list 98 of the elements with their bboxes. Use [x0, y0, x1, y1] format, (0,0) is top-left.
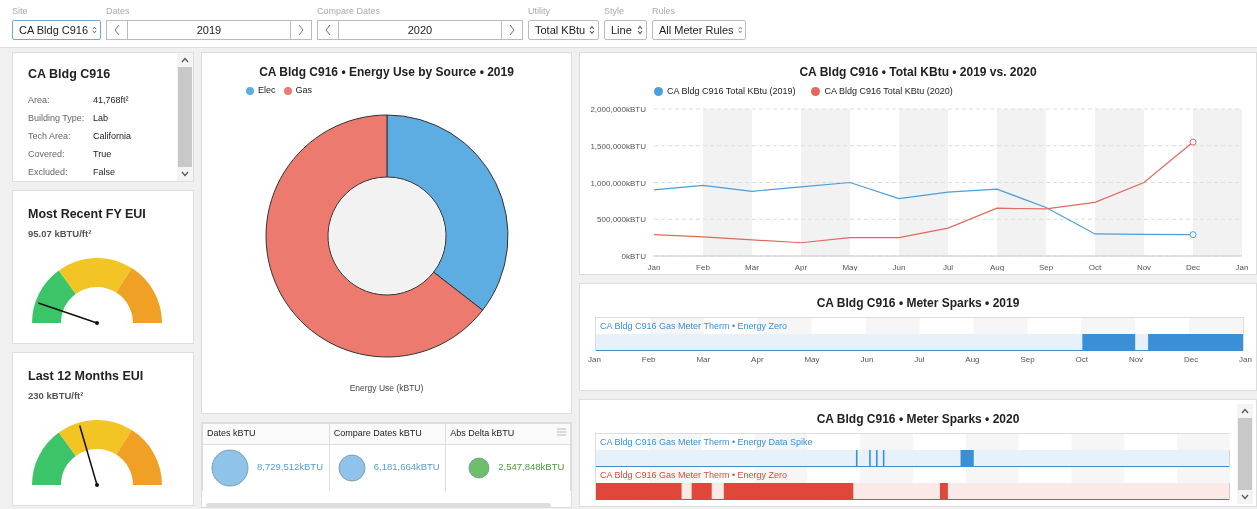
previous-button[interactable] — [317, 20, 339, 40]
month-label: Jan — [588, 354, 601, 366]
y-tick-label: 1,000,000kBTU — [590, 178, 646, 187]
month-label: Jul — [914, 354, 925, 366]
chart-title: CA Bldg C916 • Meter Sparks • 2019 — [815, 295, 1021, 312]
updown-icon — [637, 25, 643, 35]
x-tick-label: Sep — [1038, 262, 1054, 271]
style-select[interactable]: Line — [604, 20, 647, 40]
cell-value: 6,181,664kBTU — [373, 460, 440, 475]
field-label: Building Type: — [28, 112, 86, 125]
y-tick-label: 500,000kBTU — [597, 214, 646, 224]
filter-label: Dates — [106, 5, 130, 18]
gauge-title: Most Recent FY EUI — [28, 206, 147, 223]
filter-label: Utility — [528, 5, 550, 18]
month-label: Jun — [860, 354, 874, 366]
site-select[interactable]: CA Bldg C916 — [12, 20, 101, 40]
year-field[interactable]: 2020 — [339, 20, 501, 40]
chevron-right-icon — [508, 24, 516, 36]
chevron-down-icon — [1241, 494, 1249, 500]
column-header[interactable]: Abs Delta kBTU — [445, 423, 571, 444]
y-tick-label: 0kBTU — [621, 251, 646, 261]
field-label: Area: — [28, 94, 51, 107]
x-tick-label: Jul — [942, 262, 954, 271]
chart-title: CA Bldg C916 • Total KBtu • 2019 vs. 2020 — [798, 64, 1038, 81]
x-tick-label: May — [842, 262, 858, 271]
field-label: Excluded: — [28, 166, 69, 179]
month-label: Mar — [696, 354, 711, 366]
spark-label: CA Bldg C916 Gas Meter Therm • Energy Zero — [599, 469, 789, 482]
x-tick-label: Nov — [1136, 262, 1152, 271]
month-label: Nov — [1128, 354, 1144, 366]
month-label: Jan — [1239, 354, 1252, 366]
legend-item[interactable]: CA Bldg C916 Total KBtu (2019) — [654, 85, 796, 99]
x-tick-label: Apr — [794, 262, 808, 271]
x-tick-label: Oct — [1088, 262, 1102, 271]
month-label: May — [804, 354, 820, 366]
month-label: Apr — [751, 354, 764, 366]
scrollbar[interactable] — [1237, 404, 1253, 504]
cell-value: 8,729,512kBTU — [257, 460, 323, 475]
filter-label: Style — [604, 5, 624, 18]
field-value: 41,768ft² — [93, 94, 129, 107]
field-label: Covered: — [28, 148, 66, 161]
x-tick-label: Jun — [892, 262, 906, 271]
column-header[interactable]: Compare Dates kBTU — [329, 423, 446, 444]
building-title: CA Bldg C916 — [28, 66, 112, 83]
field-value: Lab — [93, 112, 109, 125]
chevron-up-icon — [1241, 408, 1249, 414]
gauge-title: Last 12 Months EUI — [28, 368, 145, 385]
chart-title: CA Bldg C916 • Meter Sparks • 2020 — [815, 411, 1021, 428]
field-value: False — [93, 166, 115, 179]
field-value: California — [93, 130, 132, 143]
legend-item[interactable]: Gas — [283, 84, 313, 98]
x-tick-label: Feb — [696, 262, 710, 271]
cell-value: 2,547,848kBTU — [498, 460, 565, 475]
x-tick-label: Jan — [647, 262, 661, 271]
month-label: Oct — [1075, 354, 1088, 366]
chevron-down-icon — [181, 171, 189, 177]
chevron-up-icon — [181, 57, 189, 63]
previous-button[interactable] — [106, 20, 128, 40]
x-tick-label: Mar — [745, 262, 759, 271]
month-label: Feb — [641, 354, 656, 366]
column-header[interactable]: Dates kBTU — [202, 423, 330, 444]
updown-icon — [92, 25, 97, 35]
month-label: Aug — [965, 354, 980, 366]
utility-select[interactable]: Total KBtu — [528, 20, 599, 40]
menu-icon — [556, 427, 567, 437]
gauge-value: 230 kBTU/ft² — [28, 388, 85, 403]
chevron-left-icon — [324, 24, 332, 36]
legend-item[interactable]: Elec — [246, 84, 276, 98]
chevron-right-icon — [297, 24, 305, 36]
x-tick-label: Aug — [989, 262, 1005, 271]
y-tick-label: 1,500,000kBTU — [590, 141, 646, 151]
filter-label: Site — [12, 5, 28, 18]
x-tick-label: Jan — [1235, 262, 1249, 271]
scrollbar[interactable] — [177, 53, 193, 181]
axis-label: Energy Use (kBTU) — [348, 381, 425, 395]
series-marker — [1189, 230, 1197, 238]
month-label: Sep — [1020, 354, 1035, 366]
next-button[interactable] — [501, 20, 523, 40]
series-marker — [1189, 138, 1197, 146]
rules-select[interactable]: All Meter Rules — [652, 20, 746, 40]
x-tick-label: Dec — [1185, 262, 1201, 271]
field-value: True — [93, 148, 112, 161]
horizontal-scrollbar[interactable] — [206, 502, 551, 507]
filter-label: Rules — [652, 5, 675, 18]
chevron-left-icon — [113, 24, 121, 36]
spark-label: CA Bldg C916 Gas Meter Therm • Energy Data Spike — [599, 436, 814, 449]
gauge-value: 95.07 kBTU/ft² — [28, 226, 93, 241]
legend-item[interactable]: CA Bldg C916 Total KBtu (2020) — [811, 85, 953, 99]
field-label: Tech Area: — [28, 130, 72, 143]
spark-label: CA Bldg C916 Gas Meter Therm • Energy Zero — [599, 320, 789, 333]
year-field[interactable]: 2019 — [128, 20, 290, 40]
filter-label: Compare Dates — [317, 5, 381, 18]
month-label: Dec — [1184, 354, 1199, 366]
y-tick-label: 2,000,000kBTU — [590, 104, 646, 114]
updown-icon — [589, 25, 595, 35]
chart-title: CA Bldg C916 • Energy Use by Source • 2019 — [258, 64, 515, 81]
next-button[interactable] — [290, 20, 312, 40]
updown-icon — [737, 25, 742, 35]
